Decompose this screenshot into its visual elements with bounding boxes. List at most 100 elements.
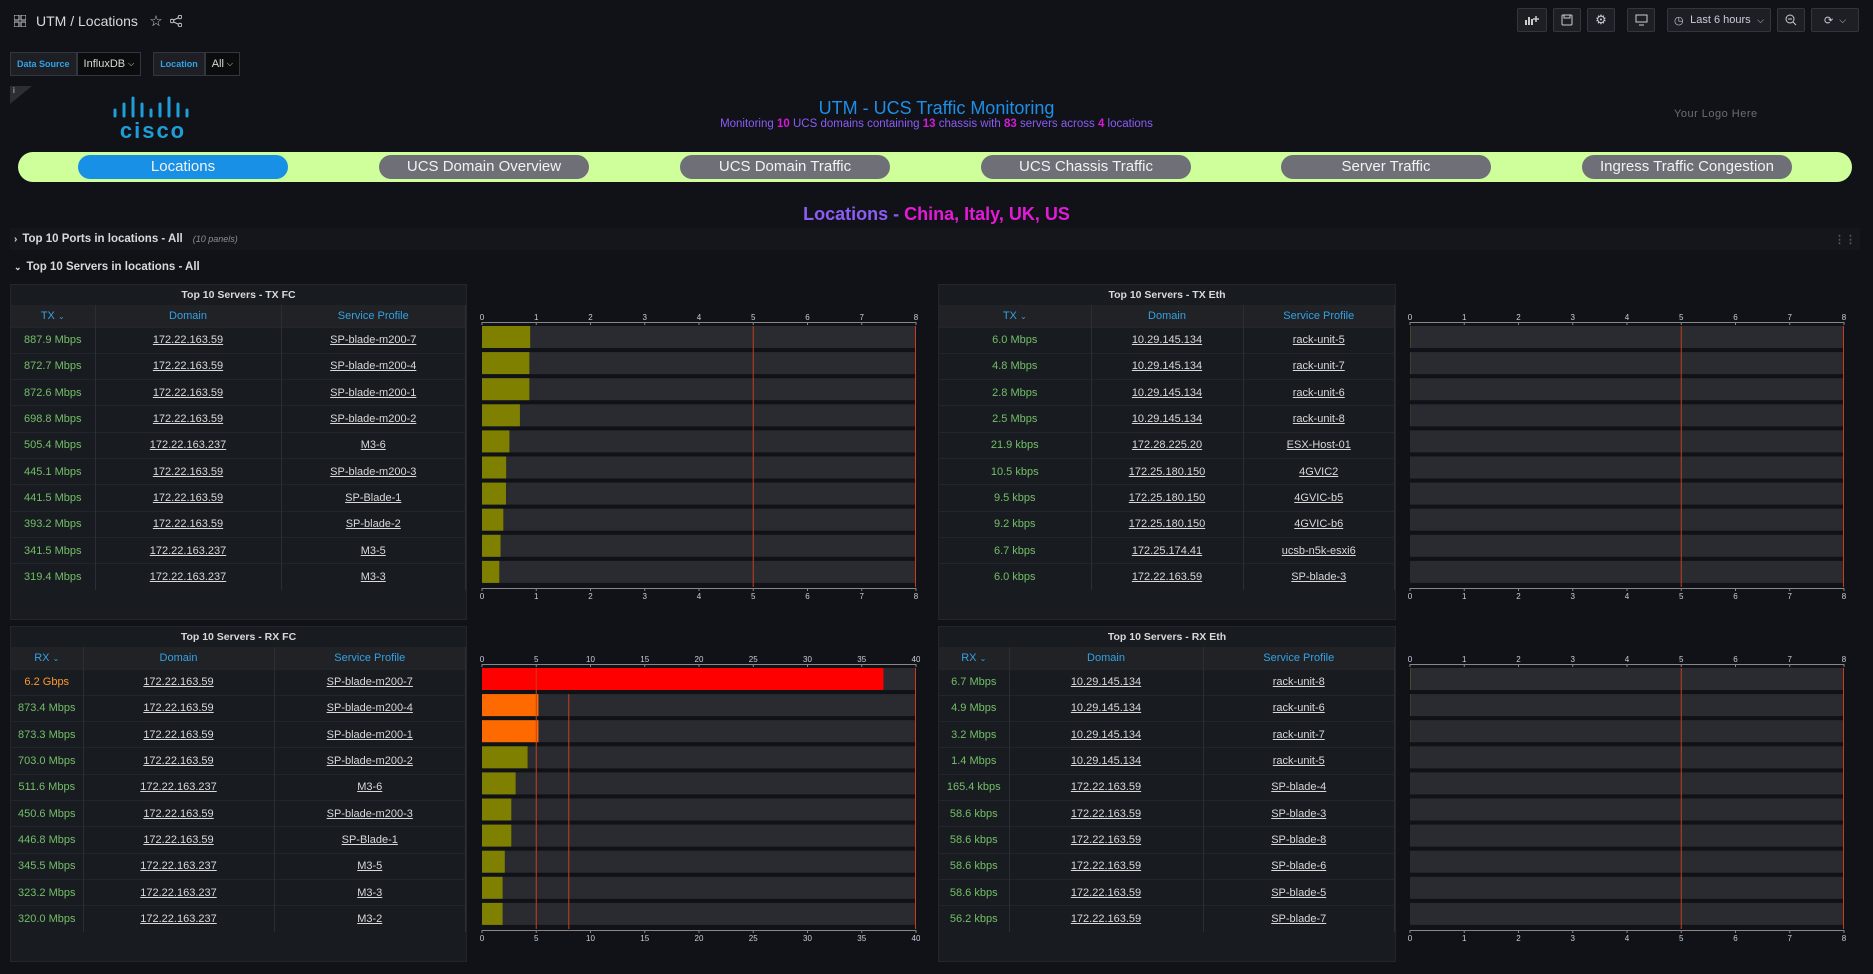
domain-link[interactable]: 10.29.145.134 [1132, 334, 1202, 346]
service-profile-link[interactable]: SP-blade-8 [1271, 834, 1326, 846]
nav-locations[interactable]: Locations [78, 155, 288, 179]
service-profile-link[interactable]: SP-blade-m200-1 [327, 729, 413, 741]
service-profile-link[interactable]: SP-Blade-1 [345, 492, 401, 504]
service-profile-link[interactable]: M3-5 [357, 860, 382, 872]
service-profile-link[interactable]: ESX-Host-01 [1287, 439, 1351, 451]
service-profile-link[interactable]: SP-blade-2 [346, 518, 401, 530]
col-domain[interactable]: Domain [95, 305, 282, 327]
add-panel-button[interactable] [1517, 8, 1547, 32]
service-profile-link[interactable]: M3-2 [357, 913, 382, 925]
domain-link[interactable]: 172.22.163.237 [140, 860, 216, 872]
service-profile-link[interactable]: SP-blade-4 [1271, 781, 1326, 793]
time-picker-button[interactable]: ◷ Last 6 hours ⌵ [1667, 8, 1771, 32]
domain-link[interactable]: 172.22.163.59 [1071, 860, 1141, 872]
refresh-button[interactable]: ⟳ ⌵ [1811, 8, 1859, 32]
col-rx[interactable]: RX ⌄ [939, 647, 1010, 669]
domain-link[interactable]: 172.22.163.237 [150, 545, 226, 557]
service-profile-link[interactable]: SP-blade-3 [1271, 808, 1326, 820]
row-top-servers[interactable]: ⌄ Top 10 Servers in locations - All [10, 256, 1860, 278]
row-top-ports[interactable]: › Top 10 Ports in locations - All (10 pa… [10, 228, 1860, 250]
grid-icon[interactable] [12, 13, 28, 29]
service-profile-link[interactable]: SP-blade-3 [1291, 571, 1346, 583]
domain-link[interactable]: 172.22.163.59 [1071, 913, 1141, 925]
domain-link[interactable]: 172.22.163.59 [143, 729, 213, 741]
col-rx[interactable]: RX ⌄ [11, 647, 84, 669]
domain-link[interactable]: 10.29.145.134 [1071, 676, 1141, 688]
service-profile-link[interactable]: rack-unit-7 [1293, 360, 1345, 372]
dashboard-title[interactable]: UTM / Locations [36, 13, 138, 29]
domain-link[interactable]: 172.22.163.237 [150, 571, 226, 583]
share-icon[interactable] [168, 13, 184, 29]
service-profile-link[interactable]: SP-blade-m200-3 [327, 808, 413, 820]
service-profile-link[interactable]: SP-blade-m200-7 [327, 676, 413, 688]
service-profile-link[interactable]: SP-blade-m200-1 [330, 387, 416, 399]
domain-link[interactable]: 172.22.163.59 [153, 518, 223, 530]
service-profile-link[interactable]: rack-unit-6 [1273, 702, 1325, 714]
nav-ucs-domain-overview[interactable]: UCS Domain Overview [379, 155, 589, 179]
col-service-profile[interactable]: Service Profile [281, 305, 466, 327]
domain-link[interactable]: 172.22.163.59 [143, 834, 213, 846]
domain-link[interactable]: 172.22.163.59 [143, 702, 213, 714]
domain-link[interactable]: 172.25.180.150 [1129, 466, 1205, 478]
service-profile-link[interactable]: M3-6 [357, 781, 382, 793]
nav-ucs-domain-traffic[interactable]: UCS Domain Traffic [680, 155, 890, 179]
domain-link[interactable]: 10.29.145.134 [1132, 387, 1202, 399]
domain-link[interactable]: 172.25.174.41 [1132, 545, 1202, 557]
domain-link[interactable]: 172.22.163.59 [153, 492, 223, 504]
domain-link[interactable]: 172.22.163.237 [140, 887, 216, 899]
service-profile-link[interactable]: M3-3 [361, 571, 386, 583]
service-profile-link[interactable]: 4GVIC-b6 [1294, 518, 1343, 530]
nav-ingress-traffic-congestion[interactable]: Ingress Traffic Congestion [1582, 155, 1792, 179]
domain-link[interactable]: 172.22.163.59 [153, 334, 223, 346]
service-profile-link[interactable]: rack-unit-6 [1293, 387, 1345, 399]
domain-link[interactable]: 172.22.163.59 [153, 360, 223, 372]
domain-link[interactable]: 10.29.145.134 [1132, 413, 1202, 425]
save-button[interactable] [1553, 8, 1581, 32]
domain-link[interactable]: 10.29.145.134 [1132, 360, 1202, 372]
service-profile-link[interactable]: rack-unit-5 [1293, 334, 1345, 346]
domain-link[interactable]: 172.22.163.59 [143, 808, 213, 820]
col-domain[interactable]: Domain [1009, 647, 1204, 669]
domain-link[interactable]: 172.22.163.59 [1071, 808, 1141, 820]
nav-ucs-chassis-traffic[interactable]: UCS Chassis Traffic [981, 155, 1191, 179]
service-profile-link[interactable]: SP-Blade-1 [342, 834, 398, 846]
domain-link[interactable]: 172.22.163.59 [153, 387, 223, 399]
service-profile-link[interactable]: rack-unit-8 [1273, 676, 1325, 688]
domain-link[interactable]: 10.29.145.134 [1071, 729, 1141, 741]
service-profile-link[interactable]: SP-blade-5 [1271, 887, 1326, 899]
star-icon[interactable]: ☆ [148, 13, 164, 30]
nav-server-traffic[interactable]: Server Traffic [1281, 155, 1491, 179]
col-domain[interactable]: Domain [83, 647, 275, 669]
domain-link[interactable]: 172.25.180.150 [1129, 492, 1205, 504]
col-service-profile[interactable]: Service Profile [1243, 305, 1395, 327]
service-profile-link[interactable]: SP-blade-7 [1271, 913, 1326, 925]
datasource-select[interactable]: InfluxDB ⌵ [76, 52, 142, 76]
service-profile-link[interactable]: rack-unit-7 [1273, 729, 1325, 741]
service-profile-link[interactable]: 4GVIC2 [1299, 466, 1338, 478]
col-tx[interactable]: TX ⌄ [939, 305, 1092, 327]
service-profile-link[interactable]: SP-blade-m200-2 [327, 755, 413, 767]
domain-link[interactable]: 172.22.163.59 [1071, 834, 1141, 846]
service-profile-link[interactable]: M3-3 [357, 887, 382, 899]
domain-link[interactable]: 172.22.163.59 [143, 676, 213, 688]
service-profile-link[interactable]: SP-blade-m200-7 [330, 334, 416, 346]
domain-link[interactable]: 172.22.163.237 [150, 439, 226, 451]
domain-link[interactable]: 172.22.163.59 [153, 466, 223, 478]
drag-handle-icon[interactable]: ⋮⋮ [1834, 233, 1856, 246]
col-tx[interactable]: TX ⌄ [11, 305, 96, 327]
service-profile-link[interactable]: M3-5 [361, 545, 386, 557]
domain-link[interactable]: 172.22.163.59 [1132, 571, 1202, 583]
domain-link[interactable]: 172.22.163.59 [1071, 887, 1141, 899]
settings-button[interactable]: ⚙ [1587, 8, 1615, 32]
service-profile-link[interactable]: M3-6 [361, 439, 386, 451]
col-domain[interactable]: Domain [1091, 305, 1244, 327]
col-service-profile[interactable]: Service Profile [274, 647, 466, 669]
service-profile-link[interactable]: SP-blade-6 [1271, 860, 1326, 872]
col-service-profile[interactable]: Service Profile [1203, 647, 1395, 669]
service-profile-link[interactable]: SP-blade-m200-4 [327, 702, 413, 714]
domain-link[interactable]: 172.22.163.237 [140, 913, 216, 925]
service-profile-link[interactable]: rack-unit-5 [1273, 755, 1325, 767]
service-profile-link[interactable]: ucsb-n5k-esxi6 [1282, 545, 1356, 557]
service-profile-link[interactable]: 4GVIC-b5 [1294, 492, 1343, 504]
service-profile-link[interactable]: SP-blade-m200-3 [330, 466, 416, 478]
